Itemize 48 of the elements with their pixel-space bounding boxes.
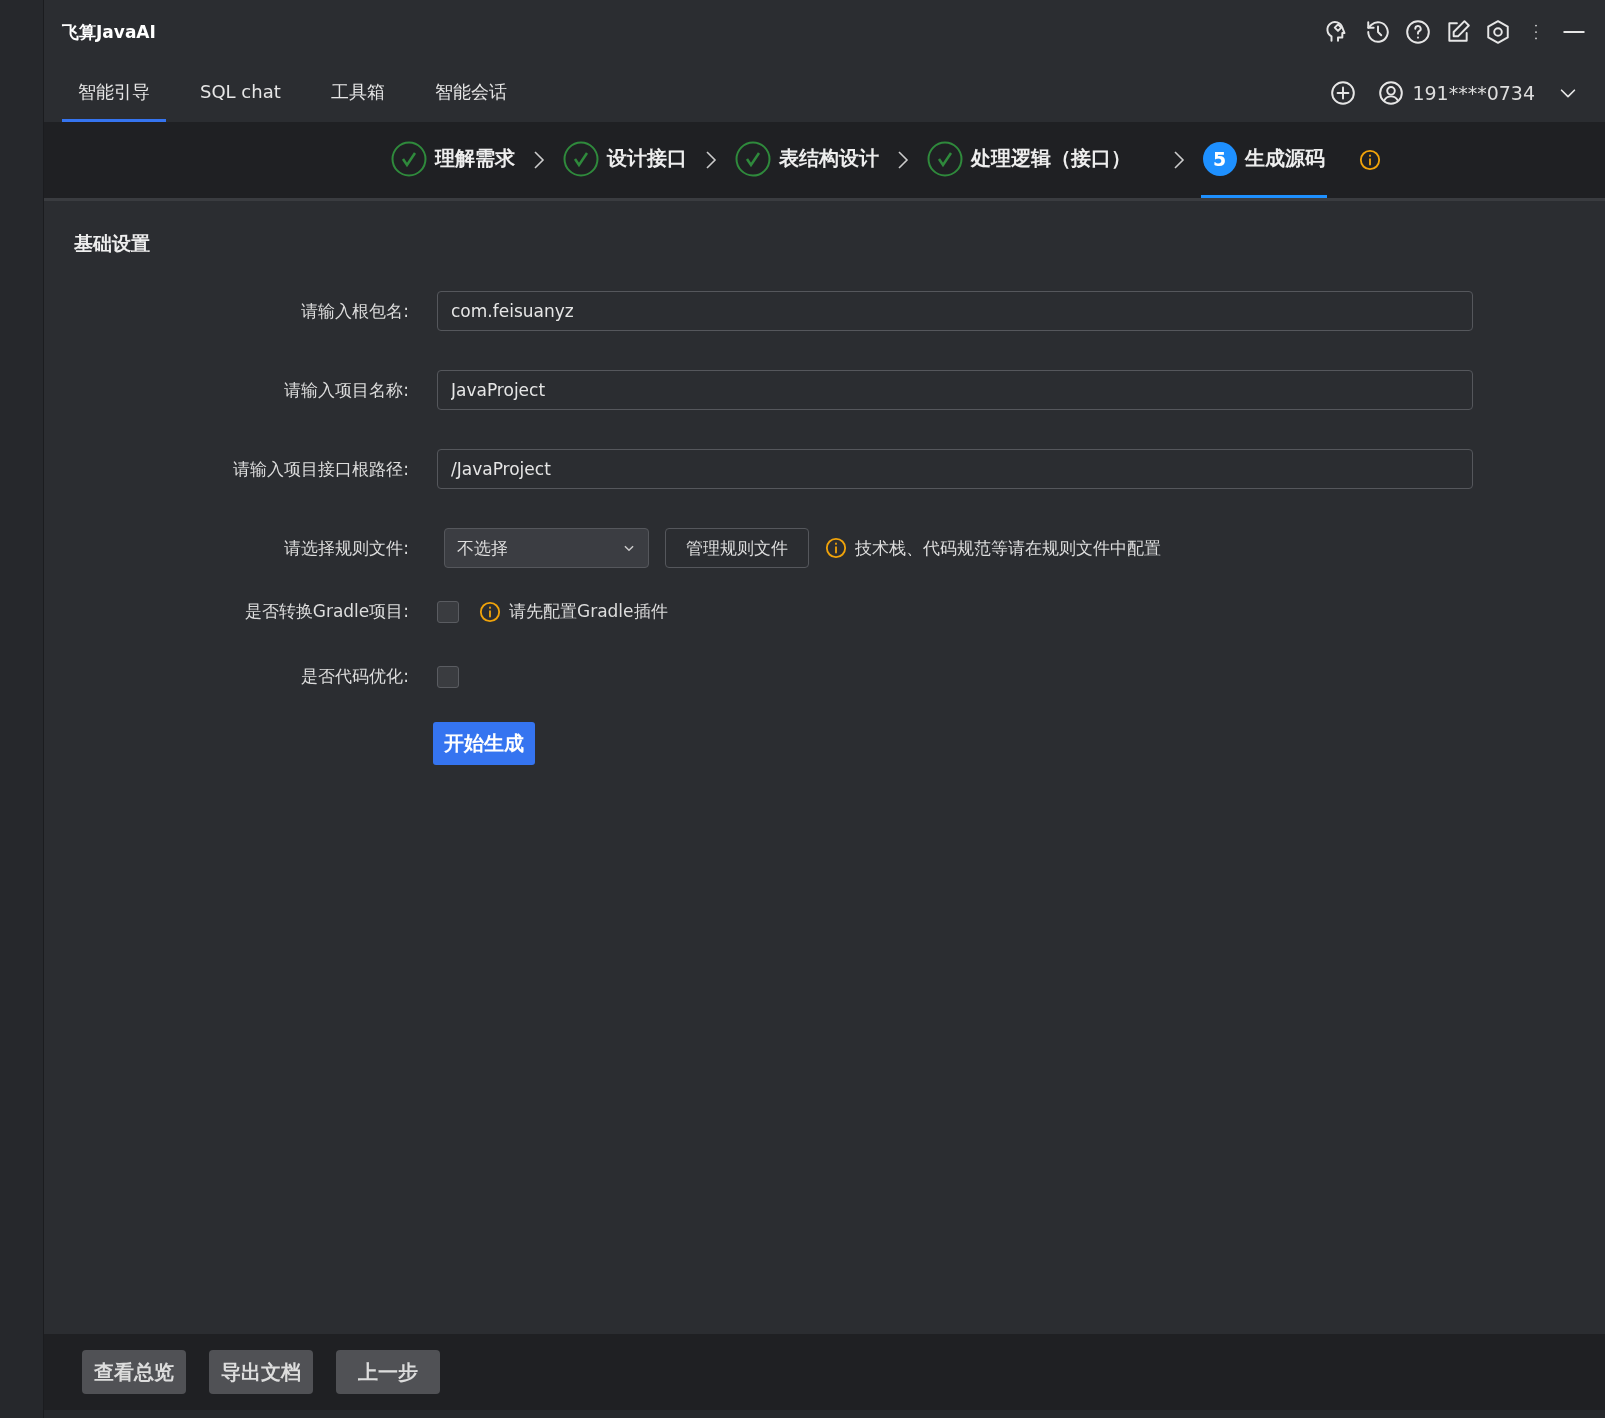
add-icon[interactable] (1330, 80, 1357, 106)
step-label: 处理逻辑（接口） (970, 145, 1131, 172)
info-icon (479, 600, 501, 623)
edit-icon[interactable] (1445, 19, 1471, 45)
account-phone[interactable]: 191****0734 (1412, 82, 1535, 104)
manage-rules-button[interactable]: 管理规则文件 (665, 528, 809, 568)
check-circle-icon (926, 140, 963, 177)
step[interactable]: 5 生成源码 (1200, 122, 1327, 198)
step[interactable]: 设计接口 (560, 122, 689, 198)
info-icon (1358, 149, 1381, 171)
check-circle-icon (562, 140, 599, 177)
checkbox[interactable] (437, 665, 459, 688)
history-icon[interactable] (1365, 19, 1391, 45)
input-field[interactable]: /JavaProject (437, 449, 1473, 489)
field-label: 是否转换Gradle项目: (243, 600, 409, 623)
nav-tab[interactable]: 智能会话 (418, 64, 523, 122)
field-label: 请输入根包名: (300, 299, 409, 323)
step-label: 生成源码 (1244, 145, 1325, 172)
nav-tab[interactable]: 工具箱 (314, 64, 401, 122)
settings-icon[interactable] (1485, 19, 1511, 45)
step-number: 5 (1202, 141, 1237, 176)
footer-button[interactable]: 上一步 (336, 1350, 440, 1394)
hint-text: 技术栈、代码规范等请在规则文件中配置 (855, 536, 1161, 560)
field-label: 请选择规则文件: (283, 536, 409, 560)
step-label: 表结构设计 (778, 145, 879, 172)
checkbox[interactable] (437, 600, 459, 623)
step[interactable]: 理解需求 (388, 122, 517, 198)
footer-button[interactable]: 导出文档 (209, 1350, 313, 1394)
check-circle-icon (390, 140, 427, 177)
footer-button[interactable]: 查看总览 (82, 1350, 186, 1394)
step[interactable]: 表结构设计 (732, 122, 881, 198)
start-generate-button[interactable]: 开始生成 (433, 722, 535, 765)
rule-file-select[interactable]: 不选择 (444, 528, 649, 568)
field-label: 请输入项目接口根路径: (232, 457, 409, 481)
help-icon[interactable] (1405, 19, 1431, 45)
step-label: 理解需求 (434, 145, 515, 172)
step[interactable]: 处理逻辑（接口） (924, 122, 1133, 198)
info-icon (825, 537, 847, 559)
input-field[interactable]: com.feisuanyz (437, 291, 1473, 331)
user-icon[interactable] (1378, 80, 1405, 106)
step-label: 设计接口 (606, 145, 687, 172)
field-label: 请输入项目名称: (283, 378, 409, 402)
field-label: 是否代码优化: (300, 665, 409, 688)
check-circle-icon (734, 140, 771, 177)
hint-text: 请先配置Gradle插件 (509, 600, 668, 623)
nav-tab[interactable]: SQL chat (184, 64, 297, 122)
section-title: 基础设置 (74, 231, 151, 256)
app-title: 飞算JavaAI (62, 20, 156, 44)
